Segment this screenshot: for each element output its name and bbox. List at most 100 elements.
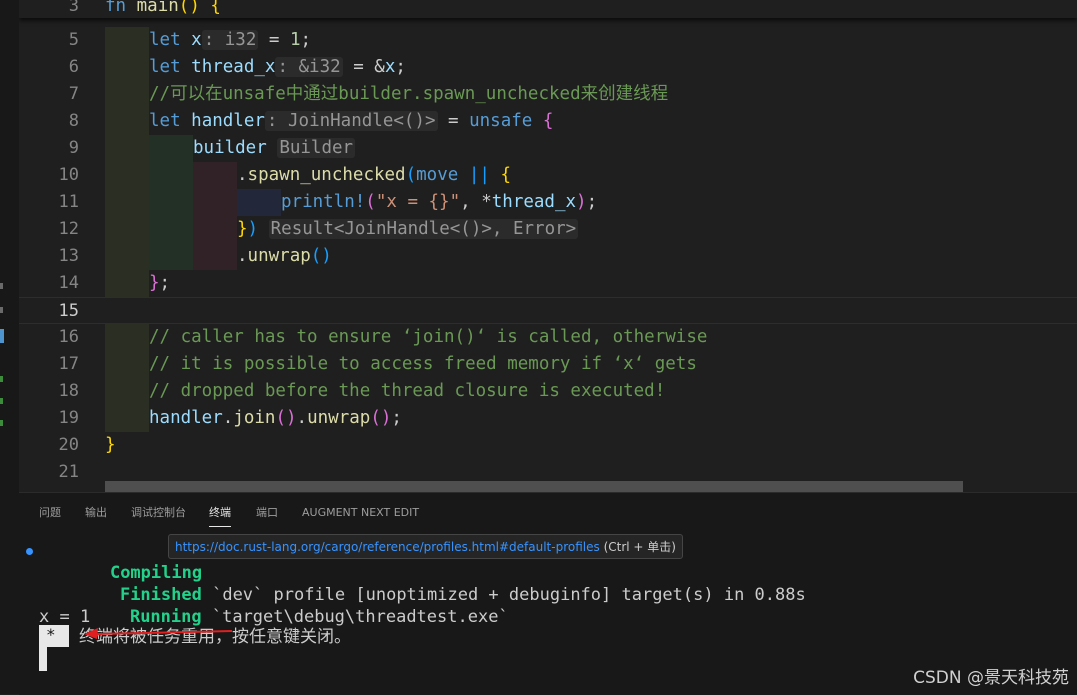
code-token: // dropped before the thread closure is … [149,381,666,401]
code-token: "x = {}" [375,192,461,212]
code-token: . [237,246,248,266]
line-number: 7 [68,84,79,104]
indent-guide [105,324,149,351]
code-text: // it is possible to access freed memory… [149,351,697,378]
code-line[interactable]: 6 let thread_x: &i32 = &x; [19,54,1077,81]
indent-guide [105,27,149,54]
code-editor[interactable]: 3 fn main() {5 let x: i32 = 1; 6 let thread_… [19,0,1077,492]
code-token: move [416,165,459,185]
code-text: // caller has to ensure ‘join()‘ is call… [149,324,707,351]
code-text: println!("x = {}", *thread_x); [281,189,597,216]
indent-guide [105,189,149,216]
code-token: || [468,165,490,185]
code-token: ( [405,165,417,185]
code-token: let [149,111,181,131]
code-token: ) [576,192,587,212]
code-token: fn [105,0,127,16]
code-line[interactable]: 9 builder Builder [19,135,1077,162]
indent-guide [105,378,149,405]
annotation-arrow-icon [84,628,233,639]
code-token: () [275,408,297,428]
code-line[interactable]: 11 println!("x = {}", *thread_x); [19,189,1077,216]
line-number: 13 [58,246,79,266]
code-token: { [500,165,512,185]
indent-guide [105,108,149,135]
code-line[interactable]: 13 .unwrap() [19,243,1077,270]
indent-guide [105,54,149,81]
tab-ports[interactable]: 端口 [256,504,278,526]
code-line[interactable]: 16 // caller has to ensure ‘join()‘ is ca… [19,324,1077,351]
tab-output[interactable]: 输出 [85,504,107,526]
code-token: () [370,408,392,428]
tab-problems[interactable]: 问题 [39,504,61,526]
link-tooltip[interactable]: https://doc.rust-lang.org/cargo/referenc… [168,534,683,559]
code-token: { [542,111,554,131]
strip-git-marker [0,376,3,382]
line-number: 17 [58,354,79,374]
code-text: // dropped before the thread closure is … [149,378,665,405]
line-number: 9 [68,138,79,158]
code-token: } [105,435,116,455]
code-line[interactable]: 7 //可以在unsafe中通过builder.spawn_unchecked来创… [19,81,1077,108]
code-token: x [384,57,396,77]
sticky-scroll-line[interactable]: 3 fn main() { [19,0,1077,18]
code-token: } [149,273,160,293]
tooltip-url-link[interactable]: https://doc.rust-lang.org/cargo/referenc… [175,540,600,554]
code-token: let [149,57,181,77]
code-token: } [237,219,248,239]
code-token: unwrap [247,246,311,266]
line-number: 10 [58,165,79,185]
inlay-hint: Builder [277,138,356,158]
indent-guide [105,216,149,243]
code-token: x [191,30,202,50]
inlay-hint: : JoinHandle<()> [264,111,438,131]
indent-guide [149,162,193,189]
code-line[interactable]: 12}) Result<JoinHandle<()>, Error> [19,216,1077,243]
code-line[interactable]: 10 .spawn_unchecked(move || { [19,162,1077,189]
code-token: . [222,408,234,428]
code-token: , * [460,192,492,212]
indent-guide [105,162,149,189]
code-line[interactable]: 14}; [19,270,1077,297]
tab-debug-console[interactable]: 调试控制台 [131,504,186,526]
line-number: 8 [68,111,79,131]
code-line[interactable]: 15 [19,297,1077,324]
indent-guide [105,243,149,270]
code-token: = [437,111,470,131]
indent-guide [105,81,149,108]
code-token: ; [391,408,402,428]
indent-guide [149,135,193,162]
code-token: let [149,30,181,50]
code-token: thread_x [191,57,276,77]
strip-git-marker [0,420,3,426]
horizontal-scrollbar[interactable] [105,481,963,492]
code-text: } [105,432,116,459]
code-token: ( [365,192,376,212]
code-token: () [310,246,332,266]
code-token: = & [342,57,385,77]
tab-augment-next-edit[interactable]: AUGMENT NEXT EDIT [302,504,419,526]
terminal-status-dot-icon [26,548,33,555]
code-line[interactable]: 20} [19,432,1077,459]
inlay-hint: : &i32 [275,57,343,77]
code-line[interactable]: 19 handler.join().unwrap(); [19,405,1077,432]
strip-git-marker [0,398,3,404]
tab-terminal[interactable]: 终端 [209,504,231,527]
line-number: 11 [58,192,79,212]
tooltip-shortcut: (Ctrl + 单击) [599,540,676,554]
code-token: spawn_unchecked [247,165,406,185]
code-line[interactable]: 17 // it is possible to access freed memo… [19,351,1077,378]
line-number: 12 [58,219,79,239]
code-line[interactable]: 18 // dropped before the thread closure i… [19,378,1077,405]
code-line[interactable]: 8 let handler: JoinHandle<()> = unsafe { [19,108,1077,135]
code-line[interactable]: 5 let x: i32 = 1; [19,27,1077,54]
code-text: .spawn_unchecked(move || { [237,162,511,189]
inlay-hint: : i32 [201,30,259,50]
strip-marker [0,307,3,313]
